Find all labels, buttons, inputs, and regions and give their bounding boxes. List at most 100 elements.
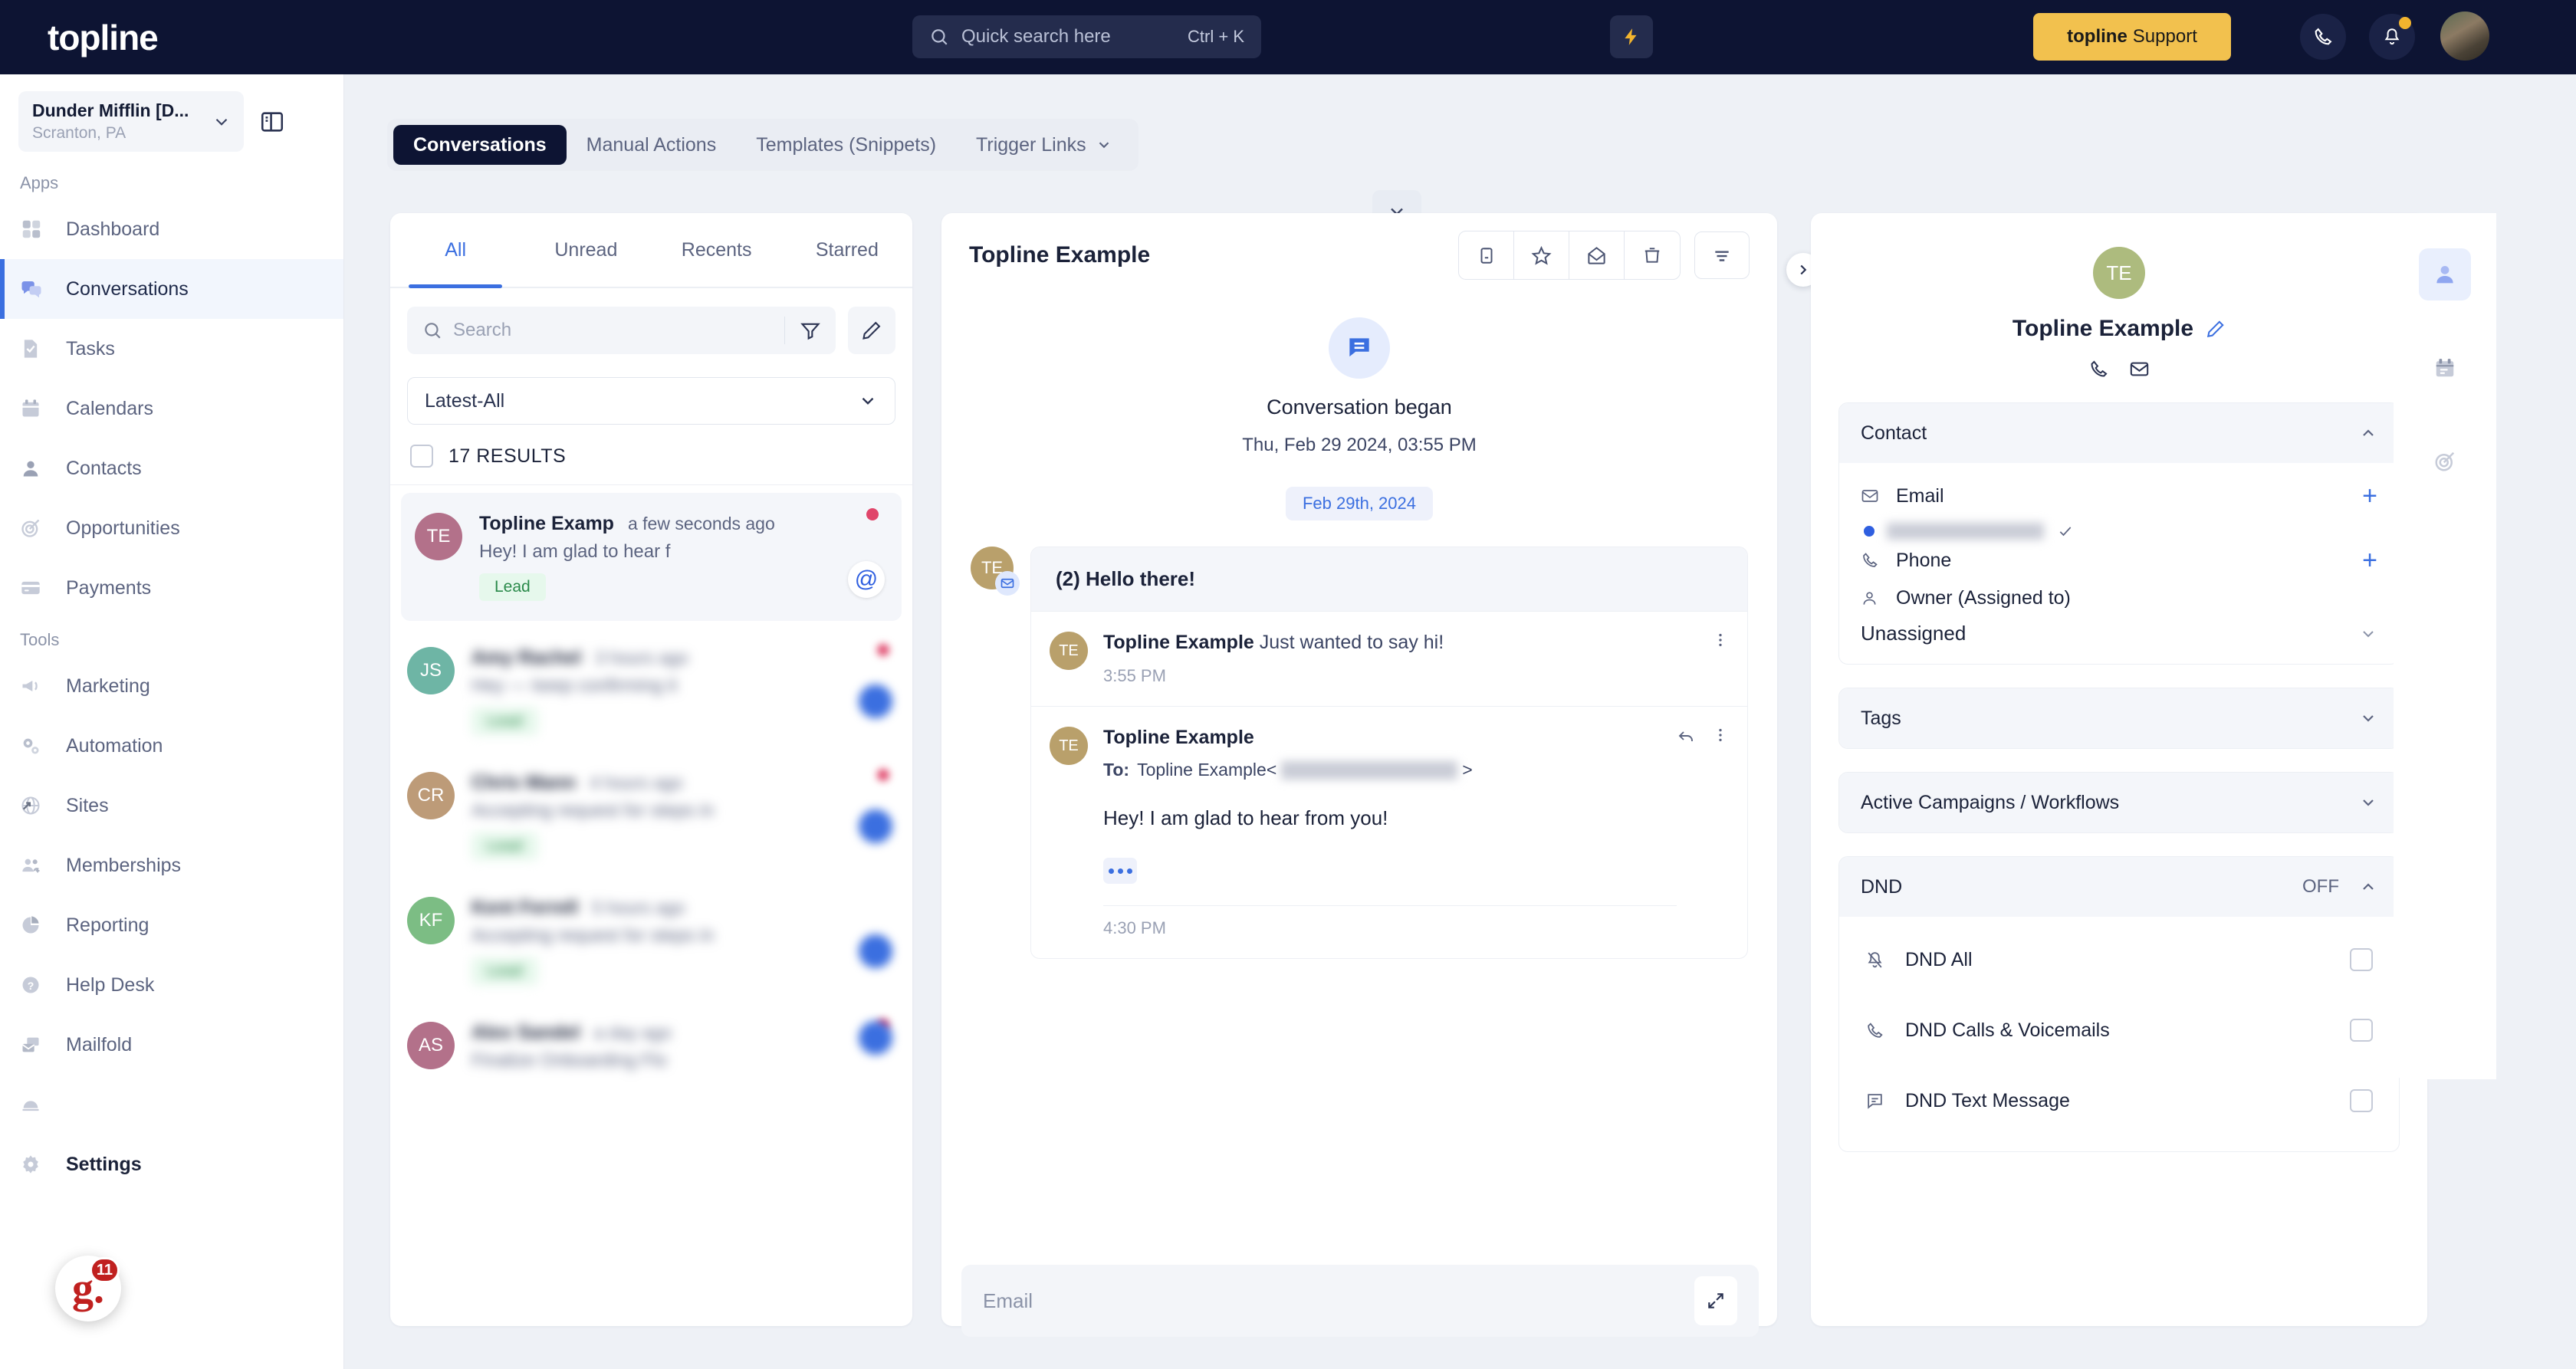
list-item[interactable]: KF Kent Ferrell 5 hours ago Accepting req… xyxy=(390,878,912,1003)
add-phone-button[interactable]: + xyxy=(2362,547,2377,573)
list-item[interactable]: TE Topline Examp a few seconds ago Hey! … xyxy=(401,493,902,621)
sidebar-item-conversations[interactable]: Conversations xyxy=(0,259,343,319)
list-item[interactable]: CR Chris Mann 4 hours ago Accepting reque… xyxy=(390,753,912,878)
rail-tab-contact[interactable] xyxy=(2419,248,2471,300)
sidebar-item-contacts[interactable]: Contacts xyxy=(0,438,343,498)
sidebar-item-calendars[interactable]: Calendars xyxy=(0,379,343,438)
reply-icon[interactable] xyxy=(1677,727,1695,745)
tab-templates-snippets[interactable]: Templates (Snippets) xyxy=(736,125,956,165)
star-icon[interactable] xyxy=(1514,231,1569,279)
phone-icon[interactable] xyxy=(2088,359,2109,379)
support-widget-button[interactable]: g. 11 xyxy=(55,1256,121,1321)
message-composer[interactable]: Email xyxy=(961,1265,1759,1337)
quick-search-input[interactable]: Quick search here Ctrl + K xyxy=(912,15,1261,58)
archive-icon[interactable] xyxy=(1459,231,1514,279)
contact-name: Topline Example xyxy=(2012,316,2194,341)
funnel-icon[interactable] xyxy=(785,320,836,341)
sort-dropdown[interactable]: Latest-All xyxy=(407,377,895,425)
search-input[interactable]: Search xyxy=(407,307,836,354)
sidebar-item-automation[interactable]: Automation xyxy=(0,716,343,776)
list-tab-unread[interactable]: Unread xyxy=(521,213,651,287)
list-item-preview: Hey! I am glad to hear f xyxy=(479,541,671,562)
sidebar-item-sites[interactable]: Sites xyxy=(0,776,343,836)
tab-manual-actions[interactable]: Manual Actions xyxy=(567,125,737,165)
chevron-up-icon[interactable] xyxy=(2359,424,2377,442)
chevron-down-icon[interactable] xyxy=(2359,709,2377,727)
sidebar-item-payments[interactable]: Payments xyxy=(0,558,343,618)
envelope-open-icon[interactable] xyxy=(1569,231,1625,279)
bell-icon[interactable] xyxy=(2369,14,2415,60)
sidebar-item-settings[interactable]: Settings xyxy=(0,1134,343,1194)
lightning-bolt-icon[interactable] xyxy=(1610,15,1653,58)
credit-card-icon xyxy=(20,577,54,599)
sidebar-item-help-desk[interactable]: ? Help Desk xyxy=(0,955,343,1015)
contact-card-header[interactable]: Contact xyxy=(1839,403,2399,463)
top-bar: topline Quick search here Ctrl + K topli… xyxy=(0,0,2576,74)
phone-icon[interactable] xyxy=(2300,14,2346,60)
rail-tab-opportunities[interactable] xyxy=(2419,435,2471,488)
sidebar-item-mailfold[interactable]: Mailfold xyxy=(0,1015,343,1075)
dnd-calls-checkbox[interactable] xyxy=(2350,1019,2373,1042)
envelope-icon[interactable] xyxy=(2129,359,2150,379)
tags-card-header[interactable]: Tags xyxy=(1839,688,2399,748)
campaigns-card[interactable]: Active Campaigns / Workflows xyxy=(1838,772,2400,833)
message-time: 4:30 PM xyxy=(1103,918,1166,937)
add-email-button[interactable]: + xyxy=(2362,483,2377,509)
chevron-down-icon[interactable] xyxy=(2359,793,2377,812)
avatar: KF xyxy=(407,897,455,944)
sidebar-item-tasks[interactable]: Tasks xyxy=(0,319,343,379)
dnd-all-checkbox[interactable] xyxy=(2350,948,2373,971)
sidebar-section-apps-label: Apps xyxy=(20,173,59,192)
list-item[interactable]: JS Amy Rachel 3 hours ago Hey — keep conf… xyxy=(390,629,912,753)
tab-conversations[interactable]: Conversations xyxy=(393,125,567,165)
select-all-checkbox[interactable] xyxy=(410,445,433,468)
tab-trigger-links[interactable]: Trigger Links xyxy=(956,125,1132,165)
app-logo[interactable]: topline xyxy=(48,17,159,58)
list-tab-recents[interactable]: Recents xyxy=(652,213,782,287)
campaigns-card-header[interactable]: Active Campaigns / Workflows xyxy=(1839,773,2399,832)
tags-card[interactable]: Tags xyxy=(1838,688,2400,749)
list-item[interactable]: AS Alex Sandel a day ago Finalize Onboard… xyxy=(390,1003,912,1090)
location-selector[interactable]: Dunder Mifflin [D... Scranton, PA xyxy=(18,91,244,152)
chevron-up-icon[interactable] xyxy=(2359,878,2377,896)
list-tab-starred[interactable]: Starred xyxy=(782,213,912,287)
pencil-edit-icon[interactable] xyxy=(2206,319,2226,339)
sidebar-item-label: Automation xyxy=(66,734,163,757)
members-icon xyxy=(20,855,54,876)
sidebar-item-dashboard[interactable]: Dashboard xyxy=(0,199,343,259)
panel-collapse-icon[interactable] xyxy=(259,109,285,135)
dnd-text-checkbox[interactable] xyxy=(2350,1089,2373,1112)
rail-tab-calendar[interactable] xyxy=(2419,342,2471,394)
support-button[interactable]: topline Support xyxy=(2033,13,2231,61)
contact-card-title: Contact xyxy=(1861,422,1927,444)
message-row[interactable]: TE Topline Example Just wanted to say hi… xyxy=(1031,611,1747,706)
expand-icon[interactable] xyxy=(1694,1276,1737,1325)
sidebar-item-label: Reporting xyxy=(66,914,150,936)
expand-quoted-text-button[interactable] xyxy=(1103,858,1137,884)
tab-trigger-links-label: Trigger Links xyxy=(976,133,1086,156)
sort-filter-icon[interactable] xyxy=(1694,231,1750,279)
message-row[interactable]: TE Topline Example To: Topline Example <… xyxy=(1031,706,1747,958)
support-widget-count: 11 xyxy=(89,1257,120,1283)
sidebar-item-marketing[interactable]: Marketing xyxy=(0,656,343,716)
phone-field-row: Phone + xyxy=(1861,547,2377,573)
dnd-text-row[interactable]: DND Text Message xyxy=(1861,1065,2377,1136)
owner-value-row[interactable]: Unassigned xyxy=(1861,622,2377,645)
sidebar-item-memberships[interactable]: Memberships xyxy=(0,836,343,895)
sidebar-item-reporting[interactable]: Reporting xyxy=(0,895,343,955)
dnd-calls-row[interactable]: DND Calls & Voicemails xyxy=(1861,995,2377,1065)
chevron-down-icon xyxy=(2359,625,2377,643)
sidebar-item-service[interactable] xyxy=(0,1075,343,1134)
list-filter-tabs: All Unread Recents Starred xyxy=(390,213,912,288)
trash-icon[interactable] xyxy=(1625,231,1680,279)
list-tab-all[interactable]: All xyxy=(390,213,521,288)
pencil-icon[interactable] xyxy=(848,307,895,354)
dnd-card-header[interactable]: DND OFF xyxy=(1839,857,2399,917)
dnd-all-row[interactable]: DND All xyxy=(1861,924,2377,995)
more-vertical-icon[interactable] xyxy=(1712,632,1729,648)
chevron-down-icon xyxy=(212,112,232,132)
sidebar-item-opportunities[interactable]: Opportunities xyxy=(0,498,343,558)
date-chip: Feb 29th, 2024 xyxy=(1285,487,1433,520)
more-vertical-icon[interactable] xyxy=(1712,727,1729,744)
avatar[interactable] xyxy=(2440,11,2489,61)
